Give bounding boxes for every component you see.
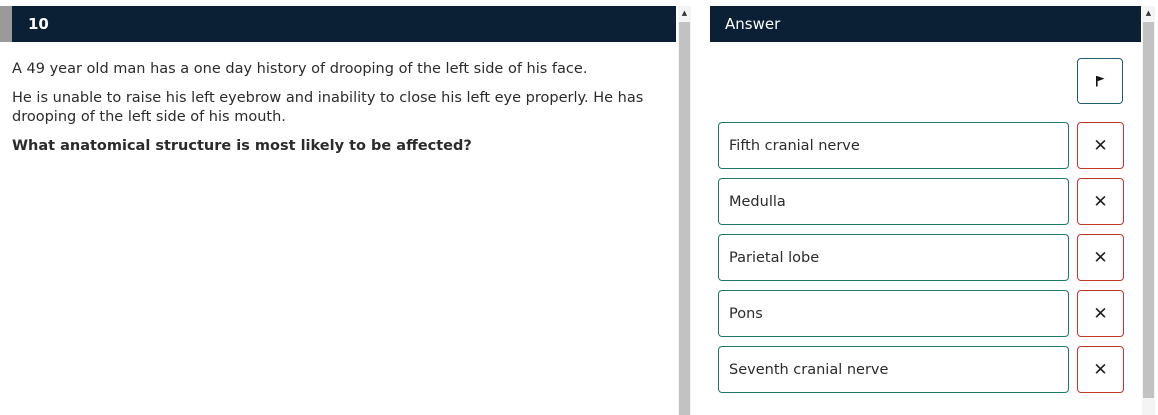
answer-option-3[interactable]: Parietal lobe	[718, 234, 1069, 281]
question-body: A 49 year old man has a one day history …	[12, 60, 662, 166]
answer-option-2[interactable]: Medulla	[718, 178, 1069, 225]
answer-scrollbar[interactable]: ▲	[1142, 6, 1155, 415]
strike-option-5-button[interactable]: ✕	[1077, 346, 1124, 393]
header-accent-bar	[0, 6, 12, 42]
question-number: 10	[28, 15, 49, 33]
scroll-up-arrow-icon[interactable]: ▲	[678, 6, 691, 20]
question-screen: 10 A 49 year old man has a one day histo…	[0, 0, 1158, 415]
strike-option-1-button[interactable]: ✕	[1077, 122, 1124, 169]
close-icon: ✕	[1093, 247, 1108, 268]
flag-icon	[1096, 76, 1105, 87]
answer-option-1[interactable]: Fifth cranial nerve	[718, 122, 1069, 169]
scroll-up-arrow-icon[interactable]: ▲	[1142, 6, 1155, 20]
answer-title: Answer	[725, 15, 781, 33]
question-stem-line-2: He is unable to raise his left eyebrow a…	[12, 90, 644, 125]
answer-header: Answer	[710, 6, 1141, 42]
close-icon: ✕	[1093, 191, 1108, 212]
question-prompt: What anatomical structure is most likely…	[12, 138, 472, 154]
flag-question-button[interactable]	[1077, 58, 1123, 104]
question-scroll-thumb[interactable]	[679, 22, 690, 415]
close-icon: ✕	[1093, 135, 1108, 156]
question-scrollbar[interactable]: ▲	[678, 6, 691, 415]
answer-option-4[interactable]: Pons	[718, 290, 1069, 337]
answer-scroll-thumb[interactable]	[1143, 22, 1154, 398]
close-icon: ✕	[1093, 303, 1108, 324]
strike-option-3-button[interactable]: ✕	[1077, 234, 1124, 281]
question-stem-line-1: A 49 year old man has a one day history …	[12, 61, 588, 77]
strike-option-4-button[interactable]: ✕	[1077, 290, 1124, 337]
close-icon: ✕	[1093, 359, 1108, 380]
question-pane: 10 A 49 year old man has a one day histo…	[0, 0, 678, 415]
strike-option-2-button[interactable]: ✕	[1077, 178, 1124, 225]
question-header: 10	[0, 6, 676, 42]
answer-option-5[interactable]: Seventh cranial nerve	[718, 346, 1069, 393]
